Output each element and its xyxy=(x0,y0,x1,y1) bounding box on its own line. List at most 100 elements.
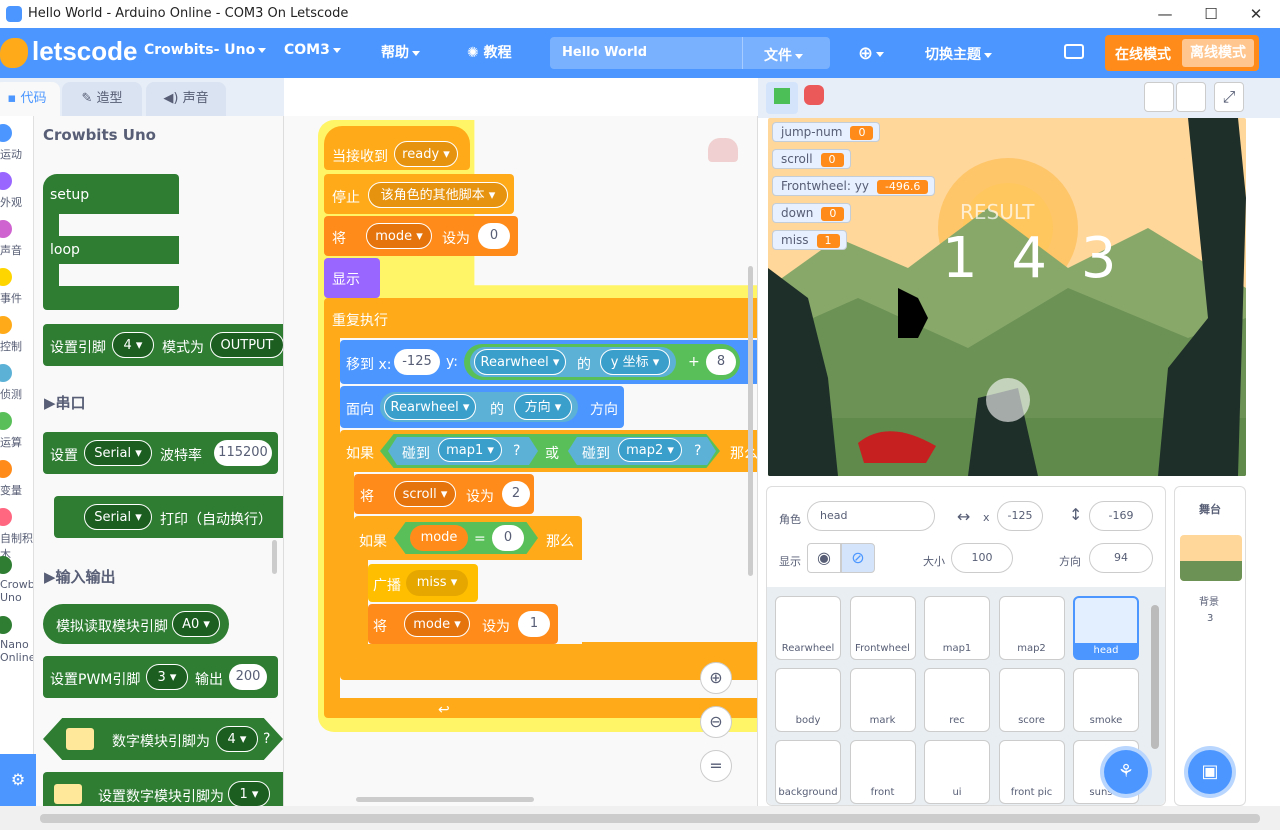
x-input[interactable]: -125 xyxy=(394,349,440,375)
help-menu[interactable]: 帮助 xyxy=(381,42,420,62)
sprite-thumbnail[interactable]: Frontwheel xyxy=(849,596,916,660)
stage-thumbnail[interactable] xyxy=(1180,535,1242,581)
x-field[interactable]: -125 xyxy=(997,501,1043,531)
message-dropdown[interactable]: ready ▾ xyxy=(394,141,458,167)
category-dot[interactable] xyxy=(0,172,12,190)
port-menu[interactable]: COM3 xyxy=(284,42,341,58)
property-dropdown[interactable]: y 坐标 ▾ xyxy=(600,349,670,375)
small-stage-button[interactable] xyxy=(1144,82,1174,112)
mode-reporter[interactable]: mode xyxy=(410,525,468,551)
value-input-2[interactable]: 2 xyxy=(502,481,530,507)
category-dot[interactable] xyxy=(0,508,12,526)
maximize-button[interactable]: ☐ xyxy=(1188,3,1234,25)
tab-costume[interactable]: ✎ 造型 xyxy=(62,82,142,116)
workspace-vscroll[interactable] xyxy=(748,266,753,576)
sprite-thumbnail[interactable]: background xyxy=(775,740,841,804)
project-name-input[interactable]: Hello World xyxy=(562,45,647,60)
variable-dropdown-3[interactable]: mode ▾ xyxy=(404,611,470,637)
serial-heading[interactable]: ▶串口 xyxy=(44,392,86,413)
category-label[interactable]: 运算 xyxy=(0,434,33,450)
category-dot[interactable] xyxy=(0,412,12,430)
digital-set-pin-dropdown[interactable]: 1 ▾ xyxy=(228,781,270,806)
category-label[interactable]: Crowbits Uno xyxy=(0,578,33,604)
sprite-thumbnail[interactable]: ui xyxy=(924,740,990,804)
y-field[interactable]: -169 xyxy=(1089,501,1153,531)
touch-dropdown-1[interactable]: map1 ▾ xyxy=(438,438,502,462)
theme-menu[interactable]: 切换主题 xyxy=(925,44,992,64)
camera-icon[interactable] xyxy=(1064,44,1084,59)
eq-input[interactable]: 0 xyxy=(492,525,524,551)
property-dropdown-2[interactable]: 方向 ▾ xyxy=(514,394,572,420)
category-label[interactable]: 侦测 xyxy=(0,386,33,402)
sprite-thumbnail[interactable]: front pic xyxy=(998,740,1065,804)
palette-scrollbar[interactable] xyxy=(272,540,277,574)
serial-dropdown-2[interactable]: Serial ▾ xyxy=(84,504,152,530)
sprite-thumbnail[interactable]: score xyxy=(998,668,1065,732)
file-menu[interactable]: 文件 xyxy=(764,45,803,65)
tab-sound[interactable]: ◀) 声音 xyxy=(146,82,226,116)
sprite-thumbnail[interactable]: head xyxy=(1073,596,1139,660)
tab-code[interactable]: ▪ 代码 xyxy=(0,82,60,116)
pwm-value-input[interactable]: 200 xyxy=(229,664,267,690)
tutorial-menu[interactable]: ✺ 教程 xyxy=(467,42,512,62)
horizontal-scrollbar[interactable] xyxy=(0,806,1280,830)
category-label[interactable]: 运动 xyxy=(0,146,33,162)
category-dot[interactable] xyxy=(0,460,12,478)
broadcast-dropdown[interactable]: miss ▾ xyxy=(406,570,468,596)
fullscreen-button[interactable]: ⤢ xyxy=(1214,82,1244,112)
digital-pin-dropdown[interactable]: 4 ▾ xyxy=(216,726,258,752)
large-stage-button[interactable] xyxy=(1176,82,1206,112)
category-dot[interactable] xyxy=(0,220,12,238)
language-menu[interactable]: ⊕ xyxy=(858,43,885,64)
category-label[interactable]: 控制 xyxy=(0,338,33,354)
category-dot[interactable] xyxy=(0,268,12,286)
minimize-button[interactable]: — xyxy=(1142,3,1188,25)
stop-dropdown[interactable]: 该角色的其他脚本 ▾ xyxy=(368,182,508,208)
category-label[interactable]: 事件 xyxy=(0,290,33,306)
offline-mode-button[interactable]: 离线模式 xyxy=(1182,39,1254,67)
workspace-hscroll[interactable] xyxy=(356,797,534,802)
category-label[interactable]: 外观 xyxy=(0,194,33,210)
sprite-thumbnail[interactable]: Rearwheel xyxy=(775,596,841,660)
choose-sprite-button[interactable]: ⚘ xyxy=(1104,750,1148,794)
analog-pin-dropdown[interactable]: A0 ▾ xyxy=(172,611,220,637)
direction-field[interactable]: 94 xyxy=(1089,543,1153,573)
sprite-thumbnail[interactable]: smoke xyxy=(1073,668,1139,732)
pwm-pin-dropdown[interactable]: 3 ▾ xyxy=(146,664,188,690)
mode-dropdown[interactable]: OUTPUT xyxy=(210,332,283,358)
sprite-dropdown[interactable]: Rearwheel ▾ xyxy=(474,349,566,375)
stop-icon[interactable] xyxy=(804,85,824,105)
value-input-3[interactable]: 1 xyxy=(518,611,550,637)
variable-dropdown-2[interactable]: scroll ▾ xyxy=(394,481,456,507)
sprite-thumbnail[interactable]: rec xyxy=(924,668,990,732)
variable-dropdown[interactable]: mode ▾ xyxy=(366,223,432,249)
sprite-thumbnail[interactable]: mark xyxy=(849,668,916,732)
category-dot[interactable] xyxy=(0,556,12,574)
online-mode-button[interactable]: 在线模式 xyxy=(1115,44,1171,64)
board-menu[interactable]: Crowbits- Uno xyxy=(144,42,267,58)
category-label[interactable]: Nano Online xyxy=(0,638,33,664)
category-dot[interactable] xyxy=(0,316,12,334)
touch-dropdown-2[interactable]: map2 ▾ xyxy=(618,438,682,462)
pin-dropdown[interactable]: 4 ▾ xyxy=(112,332,154,358)
sprite-thumbnail[interactable]: map2 xyxy=(998,596,1065,660)
hide-button[interactable]: ⊘ xyxy=(841,543,875,573)
zoom-out-button[interactable]: ⊖ xyxy=(700,706,732,738)
choose-backdrop-button[interactable]: ▣ xyxy=(1188,750,1232,794)
baud-input[interactable]: 115200 xyxy=(214,440,272,466)
value-input[interactable]: 0 xyxy=(478,223,510,249)
zoom-in-button[interactable]: ⊕ xyxy=(700,662,732,694)
category-dot[interactable] xyxy=(0,616,12,634)
sprite-list-scrollbar[interactable] xyxy=(1151,605,1159,749)
add-input[interactable]: 8 xyxy=(706,349,736,375)
sprite-thumbnail[interactable]: map1 xyxy=(924,596,990,660)
io-heading[interactable]: ▶输入输出 xyxy=(44,566,116,587)
size-field[interactable]: 100 xyxy=(951,543,1013,573)
serial-dropdown[interactable]: Serial ▾ xyxy=(84,440,152,466)
sprite-dropdown-2[interactable]: Rearwheel ▾ xyxy=(384,394,476,420)
stage-canvas[interactable]: RESULT 1 4 3 xyxy=(768,118,1246,476)
category-label[interactable]: 声音 xyxy=(0,242,33,258)
sprite-thumbnail[interactable]: body xyxy=(775,668,841,732)
extension-button[interactable]: ⚙ xyxy=(0,754,36,806)
sprite-name-input[interactable]: head xyxy=(807,501,935,531)
